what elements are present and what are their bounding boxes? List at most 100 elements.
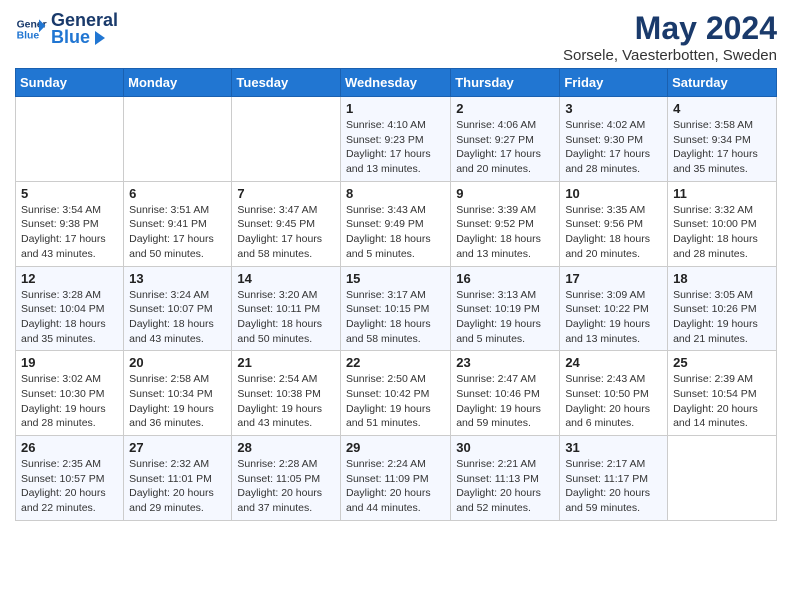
day-info: Sunrise: 2:24 AMSunset: 11:09 PMDaylight…	[346, 457, 445, 516]
day-info: Sunrise: 2:47 AMSunset: 10:46 PMDaylight…	[456, 372, 554, 431]
col-saturday: Saturday	[668, 69, 777, 97]
day-number: 25	[673, 355, 771, 370]
day-info: Sunrise: 2:39 AMSunset: 10:54 PMDaylight…	[673, 372, 771, 431]
day-info: Sunrise: 2:32 AMSunset: 11:01 PMDaylight…	[129, 457, 226, 516]
calendar-cell: 10 Sunrise: 3:35 AMSunset: 9:56 PMDayligh…	[560, 181, 668, 266]
day-number: 30	[456, 440, 554, 455]
day-info: Sunrise: 3:43 AMSunset: 9:49 PMDaylight:…	[346, 203, 445, 262]
calendar-cell: 22 Sunrise: 2:50 AMSunset: 10:42 PMDaylig…	[340, 351, 450, 436]
calendar-week-1: 1 Sunrise: 4:10 AMSunset: 9:23 PMDaylight…	[16, 97, 777, 182]
day-number: 24	[565, 355, 662, 370]
calendar-week-5: 26 Sunrise: 2:35 AMSunset: 10:57 PMDaylig…	[16, 436, 777, 521]
calendar: Sunday Monday Tuesday Wednesday Thursday…	[15, 68, 777, 521]
day-number: 2	[456, 101, 554, 116]
calendar-cell	[668, 436, 777, 521]
day-number: 27	[129, 440, 226, 455]
col-thursday: Thursday	[451, 69, 560, 97]
day-info: Sunrise: 3:54 AMSunset: 9:38 PMDaylight:…	[21, 203, 118, 262]
calendar-cell: 8 Sunrise: 3:43 AMSunset: 9:49 PMDaylight…	[340, 181, 450, 266]
calendar-cell: 14 Sunrise: 3:20 AMSunset: 10:11 PMDaylig…	[232, 266, 341, 351]
day-info: Sunrise: 2:21 AMSunset: 11:13 PMDaylight…	[456, 457, 554, 516]
day-number: 23	[456, 355, 554, 370]
col-sunday: Sunday	[16, 69, 124, 97]
col-wednesday: Wednesday	[340, 69, 450, 97]
calendar-cell: 21Sunrise: 2:54 AMSunset: 10:38 PMDaylig…	[232, 351, 341, 436]
logo-area: General Blue General Blue	[15, 10, 118, 48]
day-number: 6	[129, 186, 226, 201]
day-info: Sunrise: 3:28 AMSunset: 10:04 PMDaylight…	[21, 288, 118, 347]
day-number: 17	[565, 271, 662, 286]
calendar-week-3: 12 Sunrise: 3:28 AMSunset: 10:04 PMDaylig…	[16, 266, 777, 351]
day-info: Sunrise: 3:02 AMSunset: 10:30 PMDaylight…	[21, 372, 118, 431]
calendar-cell: 25 Sunrise: 2:39 AMSunset: 10:54 PMDaylig…	[668, 351, 777, 436]
day-info: Sunrise: 4:02 AMSunset: 9:30 PMDaylight:…	[565, 118, 662, 177]
day-number: 18	[673, 271, 771, 286]
day-number: 8	[346, 186, 445, 201]
calendar-cell: 1 Sunrise: 4:10 AMSunset: 9:23 PMDaylight…	[340, 97, 450, 182]
calendar-cell	[16, 97, 124, 182]
col-monday: Monday	[124, 69, 232, 97]
day-number: 10	[565, 186, 662, 201]
calendar-week-2: 5 Sunrise: 3:54 AMSunset: 9:38 PMDaylight…	[16, 181, 777, 266]
day-number: 3	[565, 101, 662, 116]
day-info: Sunrise: 2:58 AMSunset: 10:34 PMDaylight…	[129, 372, 226, 431]
day-info: Sunrise: 2:17 AMSunset: 11:17 PMDaylight…	[565, 457, 662, 516]
day-number: 21	[237, 355, 335, 370]
logo-icon: General Blue	[15, 13, 47, 45]
day-number: 11	[673, 186, 771, 201]
calendar-cell: 26 Sunrise: 2:35 AMSunset: 10:57 PMDaylig…	[16, 436, 124, 521]
calendar-cell: 18 Sunrise: 3:05 AMSunset: 10:26 PMDaylig…	[668, 266, 777, 351]
day-number: 19	[21, 355, 118, 370]
day-number: 7	[237, 186, 335, 201]
day-info: Sunrise: 4:10 AMSunset: 9:23 PMDaylight:…	[346, 118, 445, 177]
day-number: 15	[346, 271, 445, 286]
day-number: 14	[237, 271, 335, 286]
day-info: Sunrise: 3:47 AMSunset: 9:45 PMDaylight:…	[237, 203, 335, 262]
day-number: 22	[346, 355, 445, 370]
calendar-cell: 13Sunrise: 3:24 AMSunset: 10:07 PMDaylig…	[124, 266, 232, 351]
day-number: 12	[21, 271, 118, 286]
day-number: 28	[237, 440, 335, 455]
col-friday: Friday	[560, 69, 668, 97]
day-number: 31	[565, 440, 662, 455]
day-number: 29	[346, 440, 445, 455]
calendar-cell: 6 Sunrise: 3:51 AMSunset: 9:41 PMDaylight…	[124, 181, 232, 266]
title-area: May 2024 Sorsele, Vaesterbotten, Sweden	[563, 10, 777, 64]
calendar-cell: 7 Sunrise: 3:47 AMSunset: 9:45 PMDaylight…	[232, 181, 341, 266]
day-info: Sunrise: 2:35 AMSunset: 10:57 PMDaylight…	[21, 457, 118, 516]
day-info: Sunrise: 3:35 AMSunset: 9:56 PMDaylight:…	[565, 203, 662, 262]
day-info: Sunrise: 3:51 AMSunset: 9:41 PMDaylight:…	[129, 203, 226, 262]
calendar-cell: 31 Sunrise: 2:17 AMSunset: 11:17 PMDaylig…	[560, 436, 668, 521]
header: General Blue General Blue May 2024 Sorse…	[15, 10, 777, 64]
calendar-cell: 5 Sunrise: 3:54 AMSunset: 9:38 PMDaylight…	[16, 181, 124, 266]
calendar-cell: 4Sunrise: 3:58 AMSunset: 9:34 PMDaylight…	[668, 97, 777, 182]
day-number: 1	[346, 101, 445, 116]
day-info: Sunrise: 3:20 AMSunset: 10:11 PMDaylight…	[237, 288, 335, 347]
day-number: 20	[129, 355, 226, 370]
month-title: May 2024	[563, 10, 777, 47]
calendar-cell	[232, 97, 341, 182]
day-number: 9	[456, 186, 554, 201]
day-info: Sunrise: 3:05 AMSunset: 10:26 PMDaylight…	[673, 288, 771, 347]
day-number: 5	[21, 186, 118, 201]
calendar-cell: 23 Sunrise: 2:47 AMSunset: 10:46 PMDaylig…	[451, 351, 560, 436]
calendar-cell: 20 Sunrise: 2:58 AMSunset: 10:34 PMDaylig…	[124, 351, 232, 436]
day-number: 16	[456, 271, 554, 286]
calendar-cell: 19 Sunrise: 3:02 AMSunset: 10:30 PMDaylig…	[16, 351, 124, 436]
calendar-cell: 16Sunrise: 3:13 AMSunset: 10:19 PMDaylig…	[451, 266, 560, 351]
day-info: Sunrise: 2:50 AMSunset: 10:42 PMDaylight…	[346, 372, 445, 431]
calendar-cell: 15Sunrise: 3:17 AMSunset: 10:15 PMDaylig…	[340, 266, 450, 351]
day-number: 26	[21, 440, 118, 455]
calendar-cell: 24Sunrise: 2:43 AMSunset: 10:50 PMDaylig…	[560, 351, 668, 436]
calendar-cell: 12 Sunrise: 3:28 AMSunset: 10:04 PMDaylig…	[16, 266, 124, 351]
calendar-week-4: 19 Sunrise: 3:02 AMSunset: 10:30 PMDaylig…	[16, 351, 777, 436]
day-info: Sunrise: 3:32 AMSunset: 10:00 PMDaylight…	[673, 203, 771, 262]
calendar-header-row: Sunday Monday Tuesday Wednesday Thursday…	[16, 69, 777, 97]
calendar-cell: 30 Sunrise: 2:21 AMSunset: 11:13 PMDaylig…	[451, 436, 560, 521]
calendar-cell: 3 Sunrise: 4:02 AMSunset: 9:30 PMDaylight…	[560, 97, 668, 182]
calendar-cell: 29 Sunrise: 2:24 AMSunset: 11:09 PMDaylig…	[340, 436, 450, 521]
day-info: Sunrise: 3:58 AMSunset: 9:34 PMDaylight:…	[673, 118, 771, 177]
day-info: Sunrise: 3:24 AMSunset: 10:07 PMDaylight…	[129, 288, 226, 347]
calendar-cell: 9Sunrise: 3:39 AMSunset: 9:52 PMDaylight…	[451, 181, 560, 266]
calendar-cell: 27 Sunrise: 2:32 AMSunset: 11:01 PMDaylig…	[124, 436, 232, 521]
